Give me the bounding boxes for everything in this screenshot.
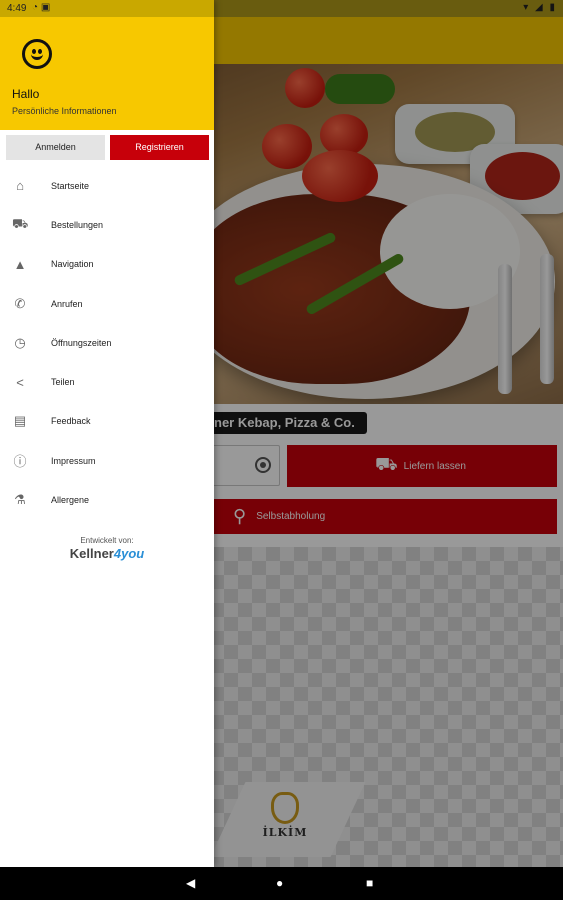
allergens-icon: ⚗ <box>14 492 26 508</box>
info-icon: ⓘ <box>13 454 27 470</box>
system-navigation-bar: ◀ ● ■ <box>0 867 563 900</box>
smiley-icon <box>22 39 52 69</box>
home-icon: ⌂ <box>16 178 24 194</box>
back-icon[interactable]: ◀ <box>186 876 195 890</box>
menu-item-call[interactable]: ✆ Anrufen <box>0 284 214 323</box>
menu-item-label: Feedback <box>51 416 91 427</box>
drawer-header: Hallo Persönliche Informationen <box>0 17 214 130</box>
register-button[interactable]: Registrieren <box>110 135 209 160</box>
status-notification-icons: ◔ ▣ <box>32 2 51 13</box>
menu-item-label: Impressum <box>51 455 96 466</box>
greeting-text: Hallo <box>12 87 40 101</box>
developer-label: Entwickelt von: <box>80 536 134 545</box>
menu-item-allergens[interactable]: ⚗ Allergene <box>0 480 214 519</box>
share-icon: < <box>16 374 24 390</box>
navigation-arrow-icon: ▲ <box>13 256 27 272</box>
menu-item-share[interactable]: < Teilen <box>0 362 214 401</box>
personal-info-link[interactable]: Persönliche Informationen <box>12 106 117 116</box>
menu-item-imprint[interactable]: ⓘ Impressum <box>0 441 214 480</box>
brand-main: Kellner <box>69 546 114 561</box>
login-button[interactable]: Anmelden <box>6 135 105 160</box>
menu-item-label: Allergene <box>51 495 90 506</box>
recent-apps-icon[interactable]: ■ <box>366 876 373 890</box>
menu-item-label: Anrufen <box>51 298 83 309</box>
menu-item-feedback[interactable]: ▤ Feedback <box>0 402 214 441</box>
phone-icon: ✆ <box>14 295 26 311</box>
kellner4you-logo: Kellner4you <box>0 546 214 561</box>
feedback-icon: ▤ <box>13 413 27 429</box>
brand-accent: 4you <box>113 546 145 561</box>
menu-item-label: Navigation <box>51 259 94 270</box>
screen: 4:49 ◔ ▣ ▾ ◢ ▮ ner Kebap, Pizza & Co. <box>0 0 563 900</box>
menu-item-label: Öffnungszeiten <box>51 337 112 348</box>
status-time: 4:49 <box>7 3 27 14</box>
menu-item-opening-hours[interactable]: ◷ Öffnungszeiten <box>0 323 214 362</box>
menu-item-home[interactable]: ⌂ Startseite <box>0 166 214 205</box>
basket-icon: ⛟ <box>12 215 29 231</box>
drawer-status-bar: 4:49 ◔ ▣ <box>0 0 214 17</box>
menu-item-label: Bestellungen <box>51 219 104 230</box>
menu-item-navigation[interactable]: ▲ Navigation <box>0 245 214 284</box>
clock-icon: ◷ <box>14 334 26 350</box>
menu-item-label: Startseite <box>51 180 90 191</box>
drawer-menu: ⌂ Startseite ⛟ Bestellungen ▲ Navigation… <box>0 166 214 520</box>
navigation-drawer: 4:49 ◔ ▣ Hallo Persönliche Informationen… <box>0 0 214 867</box>
auth-buttons: Anmelden Registrieren <box>0 130 214 166</box>
menu-item-label: Teilen <box>51 377 75 388</box>
menu-item-orders[interactable]: ⛟ Bestellungen <box>0 205 214 244</box>
developer-credit[interactable]: Entwickelt von: Kellner4you <box>0 536 214 561</box>
home-circle-icon[interactable]: ● <box>276 876 283 890</box>
